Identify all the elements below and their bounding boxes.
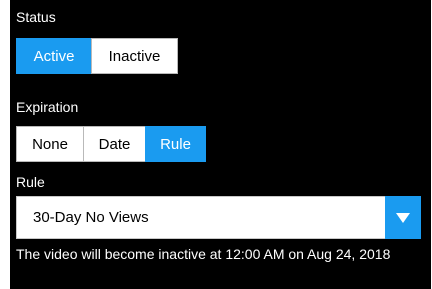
status-label: Status <box>16 9 56 25</box>
rule-select[interactable]: 30-Day No Views <box>16 196 421 239</box>
status-inactive-button[interactable]: Inactive <box>91 38 178 74</box>
expiration-label: Expiration <box>16 99 79 115</box>
triangle-down-icon <box>396 212 410 223</box>
expiration-rule-button[interactable]: Rule <box>145 126 206 162</box>
video-settings-panel: Status Active Inactive Expiration None D… <box>10 0 431 289</box>
expiration-toggle-group: None Date Rule <box>16 126 206 162</box>
rule-select-value: 30-Day No Views <box>33 209 149 226</box>
expiration-note: The video will become inactive at 12:00 … <box>16 246 391 262</box>
expiration-date-button[interactable]: Date <box>83 126 146 162</box>
status-toggle-group: Active Inactive <box>16 38 178 74</box>
expiration-none-button[interactable]: None <box>16 126 84 162</box>
rule-select-dropdown-button[interactable] <box>385 196 421 239</box>
status-active-button[interactable]: Active <box>16 38 92 74</box>
rule-label: Rule <box>16 174 45 190</box>
